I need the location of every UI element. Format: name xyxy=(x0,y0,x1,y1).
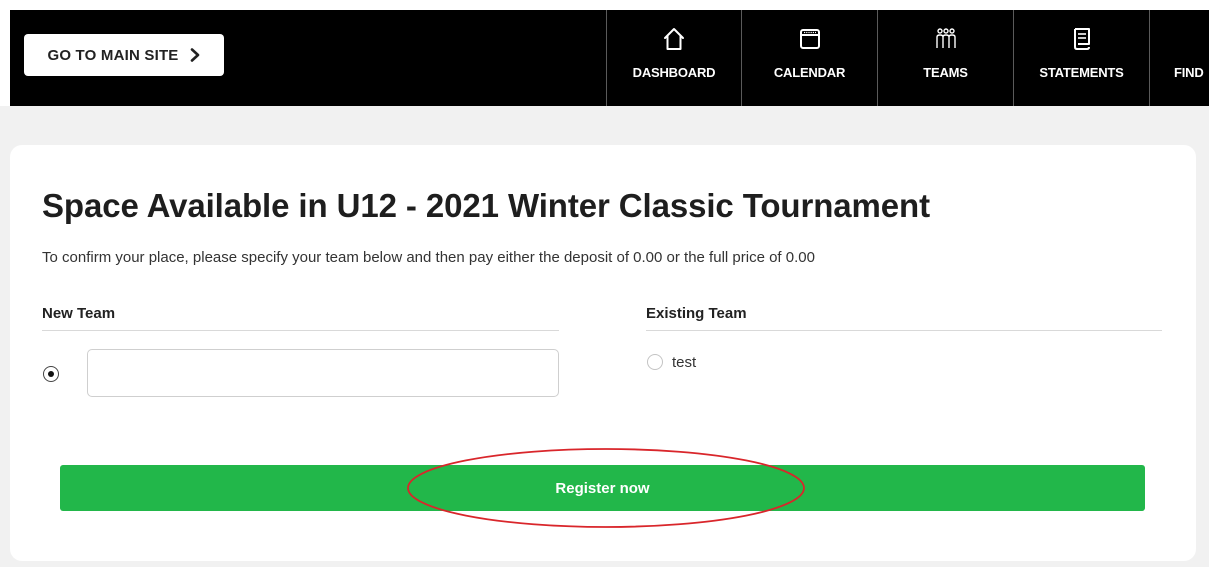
registration-card: Space Available in U12 - 2021 Winter Cla… xyxy=(10,145,1196,561)
existing-team-radio-test[interactable] xyxy=(647,354,663,370)
divider xyxy=(646,330,1162,331)
main-nav: DASHBOARD CALENDAR TEAMS STATEMENTS FIND xyxy=(606,10,1209,106)
go-to-main-site-button[interactable]: GO TO MAIN SITE xyxy=(24,34,224,76)
nav-label: STATEMENTS xyxy=(1039,65,1124,80)
nav-item-statements[interactable]: STATEMENTS xyxy=(1013,10,1149,106)
go-to-main-site-label: GO TO MAIN SITE xyxy=(47,46,179,64)
nav-label: DASHBOARD xyxy=(632,65,716,80)
new-team-heading: New Team xyxy=(42,305,116,322)
new-team-name-input[interactable] xyxy=(87,349,559,397)
new-team-radio[interactable] xyxy=(43,366,59,382)
nav-item-dashboard[interactable]: DASHBOARD xyxy=(606,10,741,106)
nav-item-find[interactable]: FIND xyxy=(1149,10,1209,106)
divider xyxy=(42,330,559,331)
register-now-button[interactable]: Register now xyxy=(60,465,1145,511)
instructions-text: To confirm your place, please specify yo… xyxy=(42,249,815,266)
existing-team-heading: Existing Team xyxy=(646,305,747,322)
page-title: Space Available in U12 - 2021 Winter Cla… xyxy=(42,187,930,224)
people-icon xyxy=(935,28,956,48)
existing-team-option-label: test xyxy=(672,354,697,371)
nav-label: FIND xyxy=(1174,65,1204,80)
calendar-icon xyxy=(799,29,820,49)
nav-item-calendar[interactable]: CALENDAR xyxy=(741,10,877,106)
nav-label: TEAMS xyxy=(923,65,968,80)
nav-item-teams[interactable]: TEAMS xyxy=(877,10,1013,106)
house-icon xyxy=(664,28,684,50)
document-icon xyxy=(1073,28,1090,50)
nav-label: CALENDAR xyxy=(773,65,846,80)
chevron-right-icon xyxy=(190,48,199,62)
top-navigation-bar: GO TO MAIN SITE DASHBOARD CALENDAR TEAMS… xyxy=(10,10,1209,106)
